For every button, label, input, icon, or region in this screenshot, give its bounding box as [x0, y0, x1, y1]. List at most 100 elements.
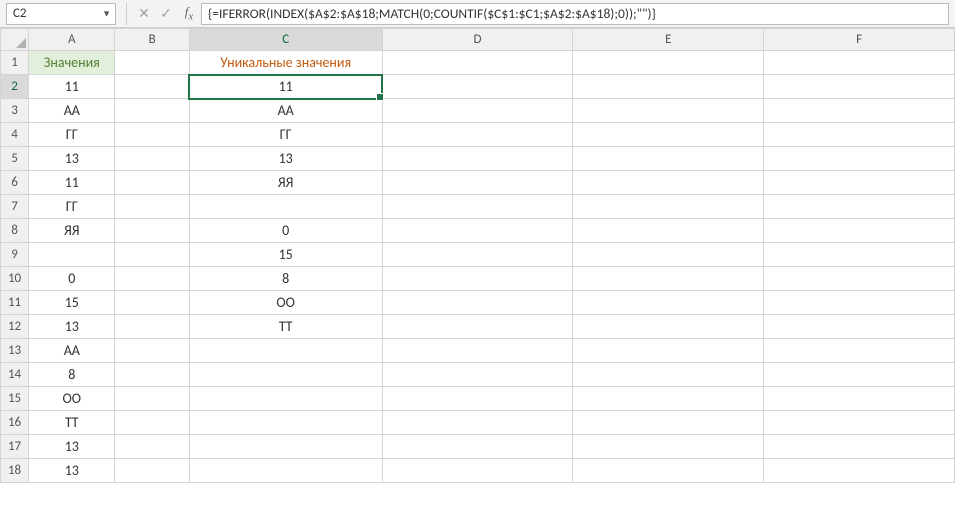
row-header[interactable]: 18: [1, 459, 29, 483]
select-all-corner[interactable]: [1, 29, 29, 51]
cell[interactable]: ГГ: [189, 123, 382, 147]
row-header[interactable]: 11: [1, 291, 29, 315]
cell[interactable]: ТТ: [29, 411, 115, 435]
formula-input[interactable]: {=IFERROR(INDEX($A$2:$A$18;MATCH(0;COUNT…: [201, 3, 949, 25]
cell[interactable]: [764, 315, 955, 339]
row-header[interactable]: 15: [1, 387, 29, 411]
cell[interactable]: [764, 195, 955, 219]
cell[interactable]: [189, 435, 382, 459]
cell[interactable]: [115, 363, 189, 387]
row-header[interactable]: 13: [1, 339, 29, 363]
cell[interactable]: [573, 99, 764, 123]
cell[interactable]: [573, 171, 764, 195]
cell[interactable]: 13: [29, 315, 115, 339]
cell[interactable]: [573, 291, 764, 315]
cell[interactable]: [382, 339, 573, 363]
cell[interactable]: [573, 459, 764, 483]
cell[interactable]: [764, 291, 955, 315]
cell[interactable]: [382, 171, 573, 195]
cell[interactable]: [382, 195, 573, 219]
cell[interactable]: 13: [29, 435, 115, 459]
cell[interactable]: [573, 315, 764, 339]
cell[interactable]: ТТ: [189, 315, 382, 339]
cell[interactable]: [764, 387, 955, 411]
confirm-icon[interactable]: ✓: [155, 5, 177, 22]
cell[interactable]: [764, 99, 955, 123]
cell[interactable]: [115, 243, 189, 267]
cell[interactable]: [115, 315, 189, 339]
cell[interactable]: 11: [29, 171, 115, 195]
cell[interactable]: ГГ: [29, 123, 115, 147]
cell[interactable]: [764, 459, 955, 483]
fx-icon[interactable]: fx: [177, 4, 201, 23]
cell[interactable]: [573, 339, 764, 363]
cell[interactable]: ОО: [189, 291, 382, 315]
cell[interactable]: [764, 219, 955, 243]
cell[interactable]: 15: [29, 291, 115, 315]
cell[interactable]: [382, 387, 573, 411]
row-header[interactable]: 12: [1, 315, 29, 339]
cell[interactable]: [573, 363, 764, 387]
cell[interactable]: [115, 411, 189, 435]
name-box[interactable]: C2 ▼: [6, 3, 116, 25]
cell[interactable]: [382, 315, 573, 339]
cell[interactable]: ОО: [29, 387, 115, 411]
cell[interactable]: [382, 51, 573, 75]
cell[interactable]: [764, 363, 955, 387]
cell[interactable]: АА: [29, 99, 115, 123]
cell[interactable]: [115, 219, 189, 243]
cell[interactable]: [573, 195, 764, 219]
cell[interactable]: [115, 75, 189, 99]
row-header[interactable]: 10: [1, 267, 29, 291]
row-header[interactable]: 7: [1, 195, 29, 219]
cancel-icon[interactable]: ✕: [133, 5, 155, 22]
cell[interactable]: [382, 435, 573, 459]
cell[interactable]: АА: [29, 339, 115, 363]
col-header-E[interactable]: E: [573, 29, 764, 51]
cell[interactable]: 11: [29, 75, 115, 99]
cell[interactable]: [382, 219, 573, 243]
cell[interactable]: 0: [29, 267, 115, 291]
cell[interactable]: [382, 147, 573, 171]
row-header[interactable]: 17: [1, 435, 29, 459]
cell[interactable]: [764, 339, 955, 363]
cell[interactable]: [115, 435, 189, 459]
cell[interactable]: [573, 267, 764, 291]
row-header[interactable]: 14: [1, 363, 29, 387]
cell[interactable]: [115, 195, 189, 219]
col-header-F[interactable]: F: [764, 29, 955, 51]
cell[interactable]: [764, 147, 955, 171]
row-header[interactable]: 16: [1, 411, 29, 435]
row-header[interactable]: 3: [1, 99, 29, 123]
cell[interactable]: АА: [189, 99, 382, 123]
row-header[interactable]: 1: [1, 51, 29, 75]
row-header[interactable]: 9: [1, 243, 29, 267]
cell[interactable]: [189, 339, 382, 363]
cell[interactable]: [764, 171, 955, 195]
cell[interactable]: [573, 243, 764, 267]
cell[interactable]: [189, 387, 382, 411]
cell[interactable]: [115, 171, 189, 195]
cell[interactable]: [382, 99, 573, 123]
cell[interactable]: [764, 267, 955, 291]
row-header[interactable]: 5: [1, 147, 29, 171]
cell[interactable]: [573, 147, 764, 171]
cell[interactable]: [764, 51, 955, 75]
cell[interactable]: [573, 75, 764, 99]
cell[interactable]: [115, 291, 189, 315]
row-header[interactable]: 6: [1, 171, 29, 195]
cell[interactable]: [115, 99, 189, 123]
cell[interactable]: [573, 51, 764, 75]
cell[interactable]: 13: [189, 147, 382, 171]
cell[interactable]: [764, 243, 955, 267]
cell[interactable]: ГГ: [29, 195, 115, 219]
cell[interactable]: 13: [29, 147, 115, 171]
col-header-D[interactable]: D: [382, 29, 573, 51]
cell[interactable]: 11: [189, 75, 382, 99]
cell[interactable]: ЯЯ: [29, 219, 115, 243]
col-header-C[interactable]: C: [189, 29, 382, 51]
cell[interactable]: 8: [189, 267, 382, 291]
col-header-B[interactable]: B: [115, 29, 189, 51]
cell[interactable]: [764, 411, 955, 435]
cell[interactable]: [382, 123, 573, 147]
